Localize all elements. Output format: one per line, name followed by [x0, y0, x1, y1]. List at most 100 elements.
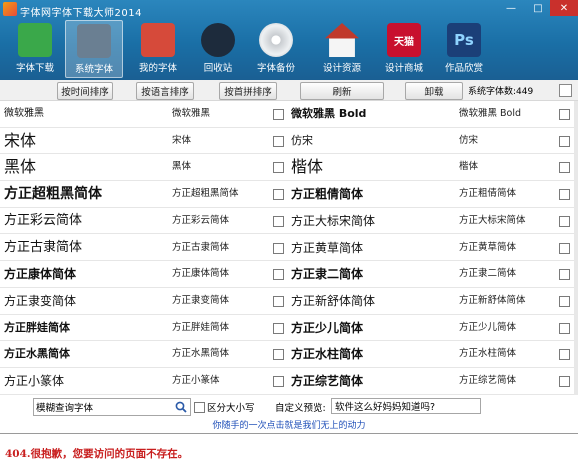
font-entry[interactable]: 方正隶二简体 方正隶二简体	[287, 261, 574, 288]
toolbar-item-tmall[interactable]: 天猫 设计商城	[376, 20, 432, 76]
minimize-button[interactable]: —	[496, 0, 526, 16]
font-preview: 方正彩云简体	[4, 212, 83, 228]
font-entry[interactable]: 方正水柱简体 方正水柱简体	[287, 341, 574, 368]
font-entry[interactable]: 方正大标宋简体 方正大标宋简体	[287, 208, 574, 235]
font-entry[interactable]: 微软雅黑 微软雅黑	[0, 101, 287, 128]
font-entry[interactable]: 微软雅黑 Bold 微软雅黑 Bold	[287, 101, 574, 128]
font-select-checkbox[interactable]	[273, 269, 284, 281]
font-select-checkbox[interactable]	[559, 295, 570, 307]
font-preview: 方正水柱简体	[291, 347, 364, 362]
font-entry[interactable]: 黑体 黑体	[0, 154, 287, 182]
toolbar-item-recycle[interactable]: 回收站	[190, 20, 246, 76]
font-name: 微软雅黑	[172, 108, 211, 119]
search-icon[interactable]	[174, 400, 188, 414]
font-entry[interactable]: 方正少儿简体 方正少儿简体	[287, 315, 574, 342]
top-banner: 字体网字体下载大师2014 — □ ✕ 字体下载 系统字体 我的字体 回收站 字体备份 设…	[0, 0, 578, 80]
font-select-checkbox[interactable]	[273, 215, 284, 227]
font-select-checkbox[interactable]	[273, 295, 284, 307]
uninstall-button[interactable]: 卸载	[405, 82, 463, 100]
font-select-checkbox[interactable]	[559, 135, 570, 147]
app-icon	[3, 2, 17, 16]
font-select-checkbox[interactable]	[559, 322, 570, 334]
bottom-controls: 区分大小写 自定义预览:	[0, 395, 578, 419]
font-select-checkbox[interactable]	[273, 242, 284, 254]
font-entry[interactable]: 方正水黑简体 方正水黑简体	[0, 341, 287, 368]
case-sensitive-label: 区分大小写	[207, 403, 255, 414]
font-select-checkbox[interactable]	[273, 109, 284, 120]
font-name: 微软雅黑 Bold	[459, 108, 522, 119]
toolbar-label: 设计商城	[384, 63, 423, 74]
font-select-checkbox[interactable]	[559, 242, 570, 254]
font-select-checkbox[interactable]	[273, 349, 284, 361]
sort-by-time-button[interactable]: 按时间排序	[57, 82, 113, 100]
monitor-icon	[77, 24, 111, 58]
font-name: 方正粗倩简体	[459, 188, 517, 200]
photoshop-icon: Ps	[447, 23, 481, 57]
font-select-checkbox[interactable]	[559, 189, 570, 201]
font-name: 宋体	[172, 134, 192, 146]
web-panel: 404.很抱歉，您要访问的页面不存在。	[0, 433, 578, 470]
font-entry[interactable]: 方正综艺简体 方正综艺简体	[287, 368, 574, 395]
sort-toolbar: 按时间排序 按语言排序 按首拼排序 刷新 卸载 系统字体数:449	[0, 80, 578, 101]
maximize-button[interactable]: □	[526, 0, 550, 16]
font-select-checkbox[interactable]	[559, 349, 570, 361]
toolbar-label: 字体备份	[256, 63, 295, 74]
disc-icon	[259, 23, 293, 57]
search-box	[33, 398, 191, 416]
toolbar-label: 我的字体	[138, 63, 177, 74]
font-select-checkbox[interactable]	[273, 189, 284, 201]
font-entry[interactable]: 方正胖娃简体 方正胖娃简体	[0, 315, 287, 342]
slogan-text: 你随手的一次点击就是我们无上的动力	[212, 421, 366, 431]
font-entry[interactable]: 楷体 楷体	[287, 154, 574, 182]
custom-preview-input[interactable]	[331, 398, 481, 414]
font-select-checkbox[interactable]	[559, 162, 570, 174]
font-select-checkbox[interactable]	[559, 109, 570, 120]
close-button[interactable]: ✕	[550, 0, 578, 16]
font-preview: 楷体	[291, 157, 324, 177]
font-name: 方正水柱简体	[459, 348, 517, 360]
font-entry[interactable]: 方正隶变简体 方正隶变简体	[0, 288, 287, 315]
font-entry[interactable]: 方正新舒体简体 方正新舒体简体	[287, 288, 574, 315]
toolbar-item-house[interactable]: 设计资源	[314, 20, 370, 76]
font-preview: 方正古隶简体	[4, 239, 83, 255]
font-entry[interactable]: 方正彩云简体 方正彩云简体	[0, 208, 287, 235]
font-preview: 方正少儿简体	[291, 320, 364, 335]
window-title: 字体网字体下载大师2014	[20, 8, 142, 19]
font-preview: 方正隶二简体	[291, 267, 364, 282]
font-preview: 微软雅黑	[4, 108, 44, 119]
refresh-button[interactable]: 刷新	[300, 82, 384, 100]
font-entry[interactable]: 方正超粗黑简体 方正超粗黑简体	[0, 181, 287, 208]
books-icon	[141, 23, 175, 57]
font-select-checkbox[interactable]	[559, 376, 570, 387]
font-select-checkbox[interactable]	[273, 322, 284, 334]
font-select-checkbox[interactable]	[273, 376, 284, 387]
font-name: 方正新舒体简体	[459, 294, 526, 306]
font-select-checkbox[interactable]	[559, 215, 570, 227]
font-name: 方正小篆体	[172, 375, 220, 386]
font-name: 方正康体简体	[172, 268, 230, 280]
font-select-checkbox[interactable]	[273, 135, 284, 147]
toolbar-item-photoshop[interactable]: Ps 作品欣赏	[436, 20, 492, 76]
toolbar-item-books[interactable]: 我的字体	[130, 20, 186, 76]
scrollbar[interactable]	[574, 101, 578, 395]
font-entry[interactable]: 宋体 宋体	[0, 128, 287, 155]
select-all-checkbox[interactable]	[559, 84, 572, 97]
font-list: 微软雅黑 微软雅黑 微软雅黑 Bold 微软雅黑 Bold 宋体 宋体 仿宋 仿宋 黑体 黑体 楷体…	[0, 101, 574, 395]
font-entry[interactable]: 方正粗倩简体 方正粗倩简体	[287, 181, 574, 208]
toolbar-item-monitor[interactable]: 系统字体	[65, 20, 123, 78]
search-input[interactable]	[36, 399, 168, 415]
font-select-checkbox[interactable]	[273, 162, 284, 174]
font-entry[interactable]: 方正古隶简体 方正古隶简体	[0, 235, 287, 262]
font-name: 仿宋	[459, 134, 479, 146]
font-entry[interactable]: 仿宋 仿宋	[287, 128, 574, 155]
font-entry[interactable]: 方正黄草简体 方正黄草简体	[287, 235, 574, 262]
sort-by-language-button[interactable]: 按语言排序	[136, 82, 194, 100]
font-entry[interactable]: 方正康体简体 方正康体简体	[0, 261, 287, 288]
font-preview: 方正隶变简体	[4, 293, 77, 308]
toolbar-item-disc[interactable]: 字体备份	[248, 20, 304, 76]
case-sensitive-checkbox[interactable]	[194, 402, 205, 413]
font-select-checkbox[interactable]	[559, 269, 570, 281]
font-entry[interactable]: 方正小篆体 方正小篆体	[0, 368, 287, 395]
toolbar-item-download[interactable]: 字体下载	[7, 20, 63, 76]
sort-by-pinyin-button[interactable]: 按首拼排序	[219, 82, 277, 100]
